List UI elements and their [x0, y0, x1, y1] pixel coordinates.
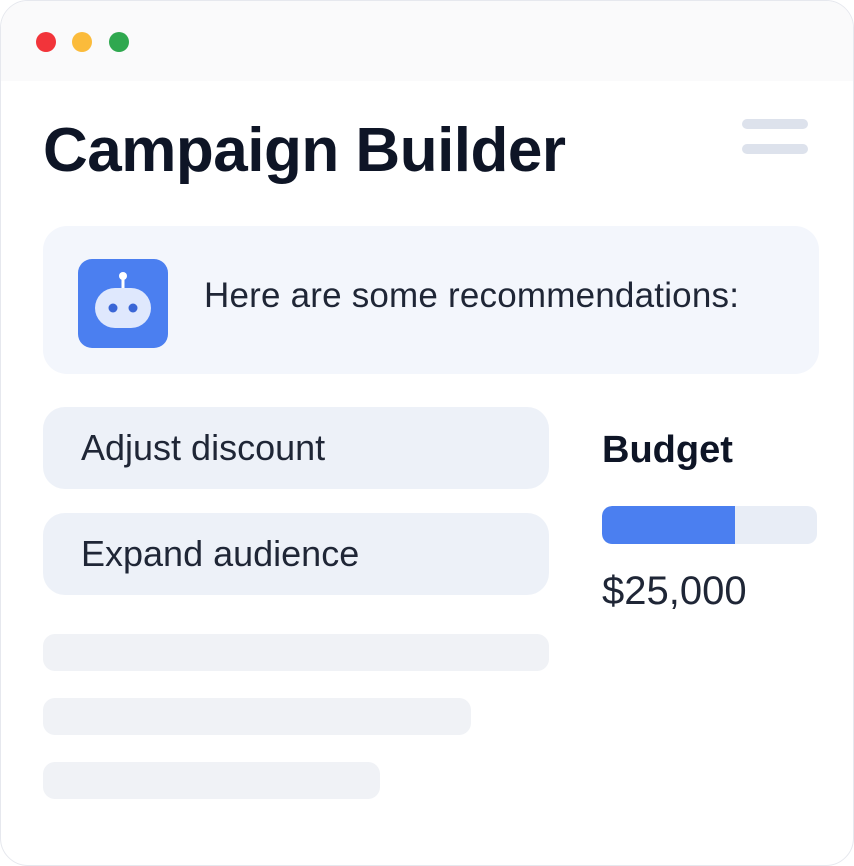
- robot-icon: [78, 259, 168, 348]
- loading-placeholder-line: [43, 698, 471, 735]
- menu-icon-bar-top: [742, 119, 808, 129]
- loading-placeholder-line: [43, 762, 380, 799]
- suggestion-label: Expand audience: [81, 533, 360, 574]
- title-bar: [1, 1, 853, 81]
- budget-label: Budget: [602, 429, 733, 471]
- loading-placeholder-line: [43, 634, 549, 671]
- close-window-button[interactable]: [36, 32, 56, 52]
- budget-value: $25,000: [602, 569, 747, 613]
- suggestion-label: Adjust discount: [81, 427, 326, 468]
- menu-button[interactable]: [739, 117, 811, 159]
- assistant-message-card: Here are some recommendations:: [43, 226, 819, 374]
- app-window: Campaign Builder Here are some recommend…: [0, 0, 854, 866]
- maximize-window-button[interactable]: [109, 32, 129, 52]
- budget-progress-fill: [602, 506, 736, 544]
- minimize-window-button[interactable]: [72, 32, 92, 52]
- suggestion-adjust-discount[interactable]: Adjust discount: [43, 407, 549, 489]
- page-title: Campaign Builder: [43, 116, 566, 185]
- assistant-message-text: Here are some recommendations:: [204, 276, 740, 315]
- menu-icon-bar-bottom: [742, 144, 808, 154]
- budget-progress-bar: [602, 506, 817, 544]
- suggestion-expand-audience[interactable]: Expand audience: [43, 513, 549, 595]
